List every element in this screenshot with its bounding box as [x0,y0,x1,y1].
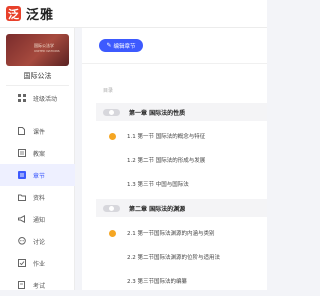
grid-icon [17,94,26,103]
section-row[interactable]: 2.1 第一节国际法渊源的内涵与类别 [96,224,267,242]
edit-icon: ✎ [106,42,112,49]
chapter-icon [17,171,26,180]
section-row[interactable]: 2.2 第二节国际法渊源的位阶与适用法 [96,248,267,266]
edit-chapters-button[interactable]: ✎ 编辑章节 [99,39,143,52]
section-row[interactable]: 1.1 第一节 国际法的概念与特征 [96,127,267,145]
chapter-row[interactable]: 第二章 国际法的渊源 [96,199,267,217]
sidebar: 国际公法学 UNITED NATIONS 国际公法 班级活动 课件 教案 章节 … [0,28,75,290]
panel-divider [82,63,267,64]
book-icon [17,149,26,158]
sidebar-item-chapters[interactable]: 章节 [0,164,75,186]
sidebar-item-label: 考试 [33,282,46,290]
app-brand-name: 泛雅 [26,8,55,23]
homework-icon [17,259,26,268]
exam-icon [17,281,26,290]
sidebar-divider [6,85,69,86]
section-status-dot [109,132,116,140]
edit-chapters-label: 编辑章节 [113,43,136,50]
section-title: 2.2 第二节国际法渊源的位阶与适用法 [127,255,220,261]
sidebar-item-label: 章节 [33,172,46,180]
sidebar-item-discussion[interactable]: 讨论 [0,230,75,252]
cover-subtitle: UNITED NATIONS [34,49,60,53]
sidebar-item-label: 通知 [33,216,46,224]
folder-icon [17,193,26,202]
toggle-knob [109,109,114,115]
section-title: 2.3 第三节国际法的编纂 [127,279,187,285]
sidebar-item-label: 讨论 [33,238,46,246]
chat-icon [17,237,26,246]
section-title: 1.3 第三节 中国与国际法 [127,182,189,188]
sidebar-item-label: 教案 [33,150,46,158]
toggle-knob [109,205,114,211]
sidebar-item-materials[interactable]: 资料 [0,186,75,208]
course-name: 国际公法 [23,72,52,80]
toc-label: 目录 [103,88,114,94]
section-row[interactable]: 1.2 第二节 国际法的形成与发展 [96,151,267,169]
chapter-row[interactable]: 第一章 国际法的性质 [96,103,267,121]
chapter-title: 第二章 国际法的渊源 [129,205,186,213]
sidebar-item-label: 资料 [33,194,46,202]
sidebar-item-notices[interactable]: 通知 [0,208,75,230]
section-status-dot [109,229,116,237]
sidebar-item-courseware[interactable]: 课件 [0,120,75,142]
collapse-toggle[interactable] [103,108,120,116]
section-title: 1.1 第一节 国际法的概念与特征 [127,134,206,140]
top-bar: 泛 泛雅 [0,0,267,28]
sidebar-item-label: 课件 [33,128,46,136]
chapter-panel: ✎ 编辑章节 目录 第一章 国际法的性质 1.1 第一节 国际法的概念与特征 1… [82,28,267,290]
sidebar-item-class-activity[interactable]: 班级活动 [0,87,75,109]
sidebar-item-homework[interactable]: 作业 [0,252,75,274]
section-title: 2.1 第一节国际法渊源的内涵与类别 [127,231,215,237]
sidebar-item-label: 作业 [33,260,46,268]
chapter-title: 第一章 国际法的性质 [129,109,186,117]
app-logo[interactable]: 泛 [6,6,21,21]
sidebar-item-label: 班级活动 [33,95,58,103]
sidebar-item-lesson-plan[interactable]: 教案 [0,142,75,164]
file-icon [17,127,26,136]
megaphone-icon [17,215,26,224]
collapse-toggle[interactable] [103,204,120,212]
sidebar-item-exam[interactable]: 考试 [0,274,75,296]
section-row[interactable]: 1.3 第三节 中国与国际法 [96,175,267,193]
section-title: 1.2 第二节 国际法的形成与发展 [127,158,206,164]
course-cover-image[interactable]: 国际公法学 UNITED NATIONS [6,34,69,66]
section-row[interactable]: 2.3 第三节国际法的编纂 [96,272,267,290]
